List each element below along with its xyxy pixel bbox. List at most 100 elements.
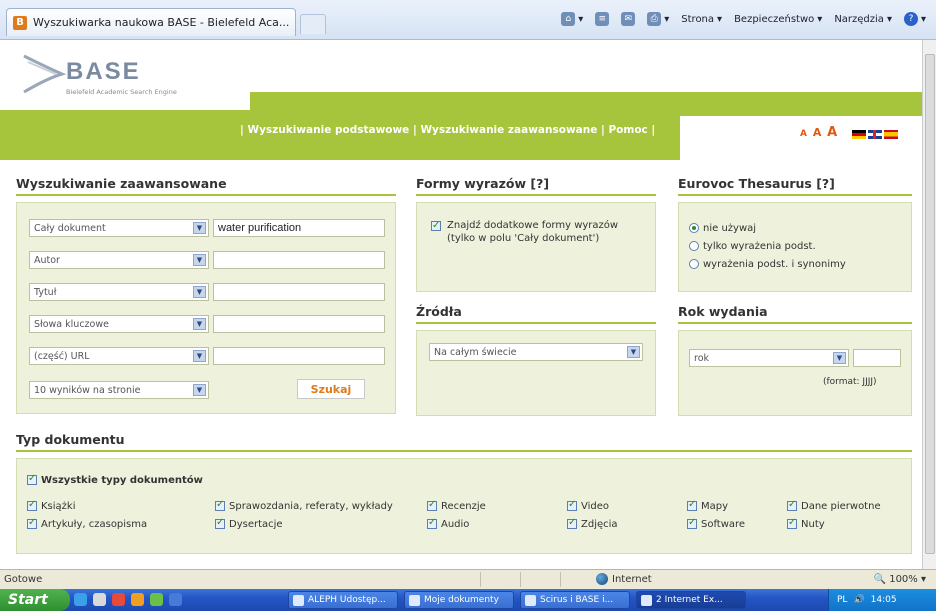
doctype-option-video[interactable]: Video bbox=[567, 499, 610, 512]
search-button[interactable]: Szukaj bbox=[297, 379, 365, 399]
field-select-1[interactable]: Cały dokument ▼ bbox=[29, 219, 209, 237]
eurovoc-panel: nie używaj tylko wyrażenia podst. wyraże… bbox=[678, 202, 912, 292]
app-icon[interactable] bbox=[112, 593, 125, 606]
start-button[interactable]: Start bbox=[0, 589, 70, 611]
search-input-5[interactable] bbox=[213, 347, 385, 365]
year-panel: rok ▼ (format: JJJJ) bbox=[678, 330, 912, 416]
scrollbar-thumb[interactable] bbox=[925, 54, 935, 554]
doctype-option-books[interactable]: Książki bbox=[27, 499, 76, 512]
browser-tab[interactable]: B Wyszukiwarka naukowa BASE - Bielefeld … bbox=[6, 8, 296, 36]
search-input-1[interactable] bbox=[213, 219, 385, 237]
word-forms-title: Formy wyrazów [?] bbox=[416, 176, 550, 191]
print-button[interactable]: ⎙ ▾ bbox=[647, 12, 669, 26]
task-aleph[interactable]: ALEPH Udostęp... bbox=[288, 591, 398, 609]
field-select-3[interactable]: Tytuł ▼ bbox=[29, 283, 209, 301]
field-select-4[interactable]: Słowa kluczowe ▼ bbox=[29, 315, 209, 333]
gb-flag-icon[interactable] bbox=[868, 130, 882, 139]
doctype-checkbox[interactable] bbox=[27, 517, 37, 529]
zoom-level[interactable]: 🔍 100% ▾ bbox=[874, 574, 926, 585]
doctype-option-sheet-music[interactable]: Nuty bbox=[787, 517, 825, 530]
doctype-option-reports[interactable]: Sprawozdania, referaty, wykłady bbox=[215, 499, 393, 512]
year-select[interactable]: rok ▼ bbox=[689, 349, 849, 367]
language-indicator[interactable]: PL bbox=[837, 595, 847, 605]
vertical-scrollbar[interactable] bbox=[922, 40, 936, 569]
font-size-switcher[interactable]: A A A bbox=[800, 125, 839, 140]
field-select-5[interactable]: (część) URL ▼ bbox=[29, 347, 209, 365]
year-input[interactable] bbox=[853, 349, 901, 367]
eurovoc-option-2[interactable]: tylko wyrażenia podst. bbox=[689, 241, 816, 252]
de-flag-icon[interactable] bbox=[852, 130, 866, 139]
font-small-button[interactable]: A bbox=[800, 129, 807, 139]
feeds-button[interactable]: ≡ bbox=[595, 12, 610, 26]
doctype-label: Video bbox=[581, 501, 610, 512]
eurovoc-title: Eurovoc Thesaurus [?] bbox=[678, 176, 835, 191]
doctype-checkbox[interactable] bbox=[787, 499, 797, 511]
mail-button[interactable]: ✉ bbox=[621, 12, 636, 26]
eurovoc-radio-2[interactable] bbox=[689, 241, 699, 251]
tools-menu[interactable]: Narzędzia ▾ bbox=[834, 14, 892, 25]
clock: 14:05 bbox=[870, 595, 897, 605]
folder-icon bbox=[409, 594, 420, 606]
doctype-option-articles[interactable]: Artykuły, czasopisma bbox=[27, 517, 147, 530]
quick-launch bbox=[74, 593, 182, 606]
font-large-button[interactable]: A bbox=[827, 125, 837, 140]
doctype-checkbox[interactable] bbox=[427, 517, 437, 529]
doctype-checkbox[interactable] bbox=[687, 499, 697, 511]
main-nav[interactable]: | Wyszukiwanie podstawowe | Wyszukiwanie… bbox=[240, 124, 660, 137]
doctype-option-audio[interactable]: Audio bbox=[427, 517, 469, 530]
doctype-checkbox[interactable] bbox=[215, 517, 225, 529]
word-forms-checkbox[interactable] bbox=[431, 219, 441, 232]
mail-icon: ✉ bbox=[621, 12, 636, 26]
desktop-icon[interactable] bbox=[93, 593, 106, 606]
doctype-option-maps[interactable]: Mapy bbox=[687, 499, 728, 512]
search-input-4[interactable] bbox=[213, 315, 385, 333]
app-icon[interactable] bbox=[131, 593, 144, 606]
status-bar: Gotowe Internet 🔍 100% ▾ bbox=[0, 569, 936, 589]
doctype-all-option[interactable]: Wszystkie typy dokumentów bbox=[27, 473, 203, 486]
doctype-option-primary-data[interactable]: Dane pierwotne bbox=[787, 499, 881, 512]
doctype-label: Sprawozdania, referaty, wykłady bbox=[229, 501, 393, 512]
app-icon[interactable] bbox=[150, 593, 163, 606]
results-per-page-select[interactable]: 10 wyników na stronie ▼ bbox=[29, 381, 209, 399]
doctype-checkbox[interactable] bbox=[27, 499, 37, 511]
eurovoc-option-3[interactable]: wyrażenia podst. i synonimy bbox=[689, 259, 846, 270]
dropdown-arrow-icon: ▼ bbox=[627, 346, 640, 358]
eurovoc-radio-1[interactable] bbox=[689, 223, 699, 233]
task-internet-explorer[interactable]: 2 Internet Ex... bbox=[636, 591, 746, 609]
home-button[interactable]: ⌂ ▾ bbox=[561, 12, 583, 26]
doctype-option-dissertations[interactable]: Dysertacje bbox=[215, 517, 283, 530]
doctype-checkbox[interactable] bbox=[567, 517, 577, 529]
new-tab-button[interactable] bbox=[300, 14, 326, 34]
search-input-2[interactable] bbox=[213, 251, 385, 269]
sources-panel: Na całym świecie ▼ bbox=[416, 330, 656, 416]
sources-select[interactable]: Na całym świecie ▼ bbox=[429, 343, 643, 361]
doctype-option-reviews[interactable]: Recenzje bbox=[427, 499, 486, 512]
doctype-checkbox[interactable] bbox=[215, 499, 225, 511]
doctype-option-images[interactable]: Zdjęcia bbox=[567, 517, 618, 530]
page-menu[interactable]: Strona ▾ bbox=[681, 14, 722, 25]
task-scirus[interactable]: Scirus i BASE i... bbox=[520, 591, 630, 609]
search-input-3[interactable] bbox=[213, 283, 385, 301]
task-my-documents[interactable]: Moje dokumenty bbox=[404, 591, 514, 609]
doctype-checkbox[interactable] bbox=[567, 499, 577, 511]
tab-title: Wyszukiwarka naukowa BASE - Bielefeld Ac… bbox=[33, 16, 290, 29]
eurovoc-radio-3[interactable] bbox=[689, 259, 699, 269]
app-icon[interactable] bbox=[169, 593, 182, 606]
tray-icon[interactable]: 🔊 bbox=[853, 595, 864, 605]
base-logo[interactable]: BASE Bielefeld Academic Search Engine bbox=[18, 48, 248, 100]
font-medium-button[interactable]: A bbox=[813, 126, 822, 139]
ie-icon[interactable] bbox=[74, 593, 87, 606]
security-menu[interactable]: Bezpieczeństwo ▾ bbox=[734, 14, 822, 25]
dropdown-arrow-icon: ▼ bbox=[193, 350, 206, 362]
doctype-checkbox[interactable] bbox=[787, 517, 797, 529]
doctype-all-checkbox[interactable] bbox=[27, 473, 37, 485]
es-flag-icon[interactable] bbox=[884, 130, 898, 139]
field-select-2[interactable]: Autor ▼ bbox=[29, 251, 209, 269]
doctype-checkbox[interactable] bbox=[427, 499, 437, 511]
year-title: Rok wydania bbox=[678, 304, 768, 319]
advanced-title-rule bbox=[16, 194, 396, 196]
doctype-checkbox[interactable] bbox=[687, 517, 697, 529]
eurovoc-option-1[interactable]: nie używaj bbox=[689, 223, 756, 234]
help-button[interactable]: ? ▾ bbox=[903, 12, 926, 26]
doctype-option-software[interactable]: Software bbox=[687, 517, 745, 530]
